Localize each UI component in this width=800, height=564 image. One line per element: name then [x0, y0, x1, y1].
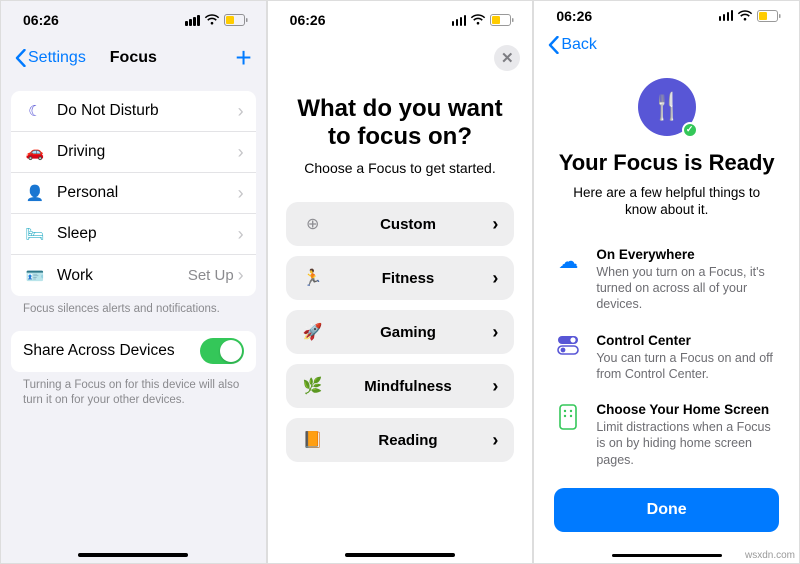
info-row-control-center: Control Center You can turn a Focus on a…: [552, 333, 781, 383]
battery-icon: [224, 14, 248, 26]
back-label: Back: [561, 36, 597, 54]
focus-item-personal[interactable]: 👤 Personal ›: [11, 173, 256, 214]
moon-icon: ☾: [23, 102, 47, 120]
section-footer: Focus silences alerts and notifications.: [1, 296, 266, 317]
bed-icon: 🛏: [23, 225, 47, 243]
focus-option-fitness[interactable]: 🏃 Fitness ›: [286, 256, 515, 300]
info-row-everywhere: ☁︎ On Everywhere When you turn on a Focu…: [552, 247, 781, 313]
focus-option-gaming[interactable]: 🚀 Gaming ›: [286, 310, 515, 354]
focus-ready-screen: 06:26 Back 🍴 ✓ Your Focus is Ready Here …: [533, 0, 800, 564]
status-time: 06:26: [556, 8, 592, 24]
share-section: Share Across Devices: [11, 331, 256, 372]
chevron-right-icon: ›: [492, 376, 498, 397]
chevron-right-icon: ›: [492, 268, 498, 289]
ready-title: Your Focus is Ready: [552, 150, 781, 176]
chevron-left-icon: [548, 36, 559, 54]
chevron-right-icon: ›: [238, 224, 244, 245]
chevron-left-icon: [15, 49, 26, 67]
status-bar: 06:26: [268, 1, 533, 39]
chevron-right-icon: ›: [492, 430, 498, 451]
sheet-subtitle: Choose a Focus to get started.: [286, 160, 515, 176]
share-across-devices-row[interactable]: Share Across Devices: [11, 331, 256, 372]
plus-circle-icon: ⊕: [302, 214, 324, 234]
chevron-right-icon: ›: [492, 322, 498, 343]
info-row-home-screen: Choose Your Home Screen Limit distractio…: [552, 402, 781, 468]
sheet-title: What do you want to focus on?: [286, 95, 515, 150]
rocket-icon: 🚀: [302, 322, 324, 342]
focus-item-work[interactable]: 🪪 Work Set Up ›: [11, 255, 256, 296]
nav-bar: Back: [534, 30, 799, 59]
back-button[interactable]: Settings: [15, 49, 86, 67]
home-indicator[interactable]: [345, 553, 455, 557]
focus-option-reading[interactable]: 📙 Reading ›: [286, 418, 515, 462]
section-footer: Turning a Focus on for this device will …: [1, 372, 266, 408]
wifi-icon: [470, 14, 486, 26]
badge-icon: 🪪: [23, 267, 47, 285]
battery-icon: [757, 10, 781, 22]
choose-focus-screen: 06:26 ✕ What do you want to focus on? Ch…: [267, 0, 534, 564]
cellular-icon: [452, 15, 467, 26]
focus-settings-screen: 06:26 Settings Focus + ☾ Do Not Disturb …: [0, 0, 267, 564]
checkmark-badge-icon: ✓: [682, 122, 698, 138]
chevron-right-icon: ›: [238, 183, 244, 204]
status-bar: 06:26: [534, 1, 799, 30]
focus-option-mindfulness[interactable]: 🌿 Mindfulness ›: [286, 364, 515, 408]
status-time: 06:26: [23, 12, 59, 28]
share-toggle[interactable]: [200, 338, 244, 364]
home-indicator[interactable]: [612, 554, 722, 557]
focus-hero-icon: 🍴 ✓: [638, 78, 696, 136]
focus-option-custom[interactable]: ⊕ Custom ›: [286, 202, 515, 246]
status-bar: 06:26: [1, 1, 266, 39]
running-icon: 🏃: [302, 268, 324, 288]
back-button[interactable]: Back: [548, 36, 597, 54]
phone-grid-icon: [554, 402, 582, 468]
status-time: 06:26: [290, 12, 326, 28]
cellular-icon: [185, 15, 200, 26]
cellular-icon: [719, 10, 734, 21]
ready-subtitle: Here are a few helpful things to know ab…: [552, 184, 781, 219]
done-button[interactable]: Done: [554, 488, 779, 532]
watermark: wsxdn.com: [745, 550, 795, 561]
back-label: Settings: [28, 49, 86, 67]
cloud-icon: ☁︎: [554, 247, 582, 313]
add-button[interactable]: +: [235, 44, 251, 72]
home-indicator[interactable]: [78, 553, 188, 557]
focus-item-sleep[interactable]: 🛏 Sleep ›: [11, 214, 256, 255]
chevron-right-icon: ›: [492, 214, 498, 235]
nav-bar: Settings Focus +: [1, 39, 266, 77]
chevron-right-icon: ›: [238, 142, 244, 163]
car-icon: 🚗: [23, 143, 47, 161]
battery-icon: [490, 14, 514, 26]
toggle-icon: [554, 333, 582, 383]
chevron-right-icon: ›: [238, 265, 244, 286]
chevron-right-icon: ›: [238, 101, 244, 122]
person-icon: 👤: [23, 184, 47, 202]
book-icon: 📙: [302, 430, 324, 450]
leaf-icon: 🌿: [302, 376, 324, 396]
focus-item-driving[interactable]: 🚗 Driving ›: [11, 132, 256, 173]
focus-item-dnd[interactable]: ☾ Do Not Disturb ›: [11, 91, 256, 132]
focus-list: ☾ Do Not Disturb › 🚗 Driving › 👤 Persona…: [11, 91, 256, 296]
wifi-icon: [737, 10, 753, 22]
wifi-icon: [204, 14, 220, 26]
